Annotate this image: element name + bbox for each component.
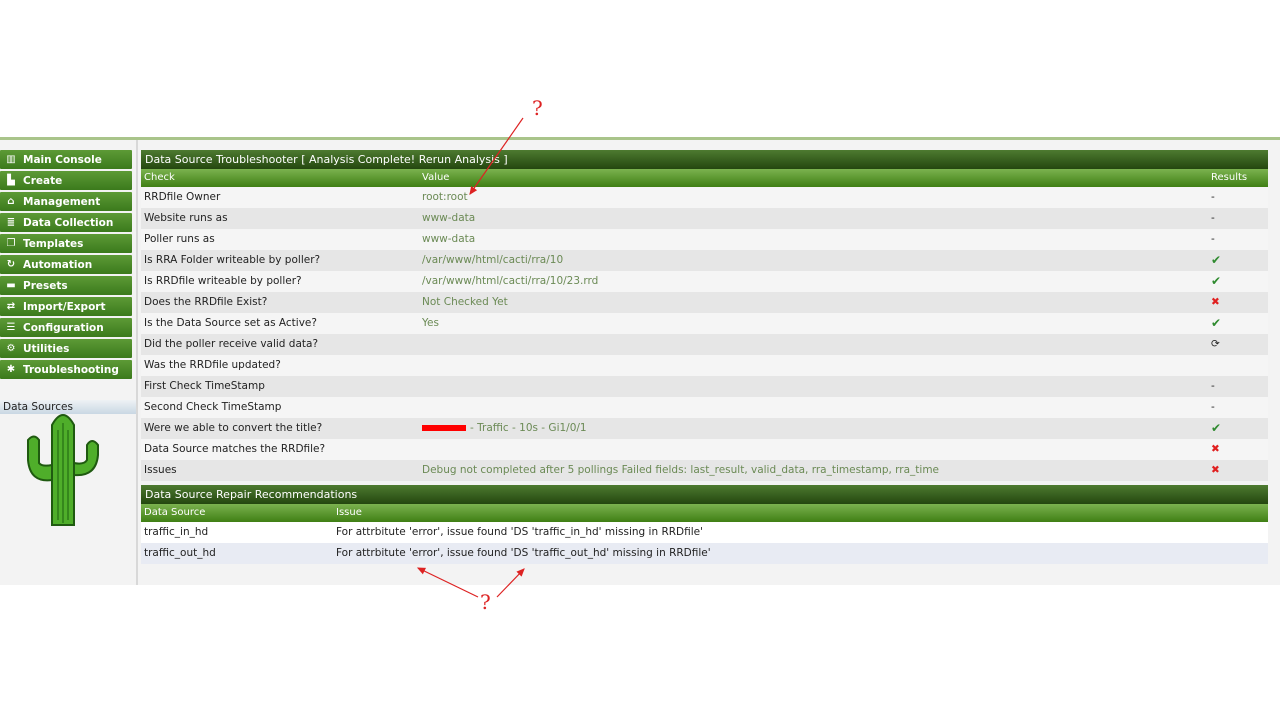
- annotation-arrows: [416, 117, 525, 598]
- annotation-question-top: ?: [532, 96, 543, 120]
- annotation-question-bottom: ?: [480, 590, 491, 614]
